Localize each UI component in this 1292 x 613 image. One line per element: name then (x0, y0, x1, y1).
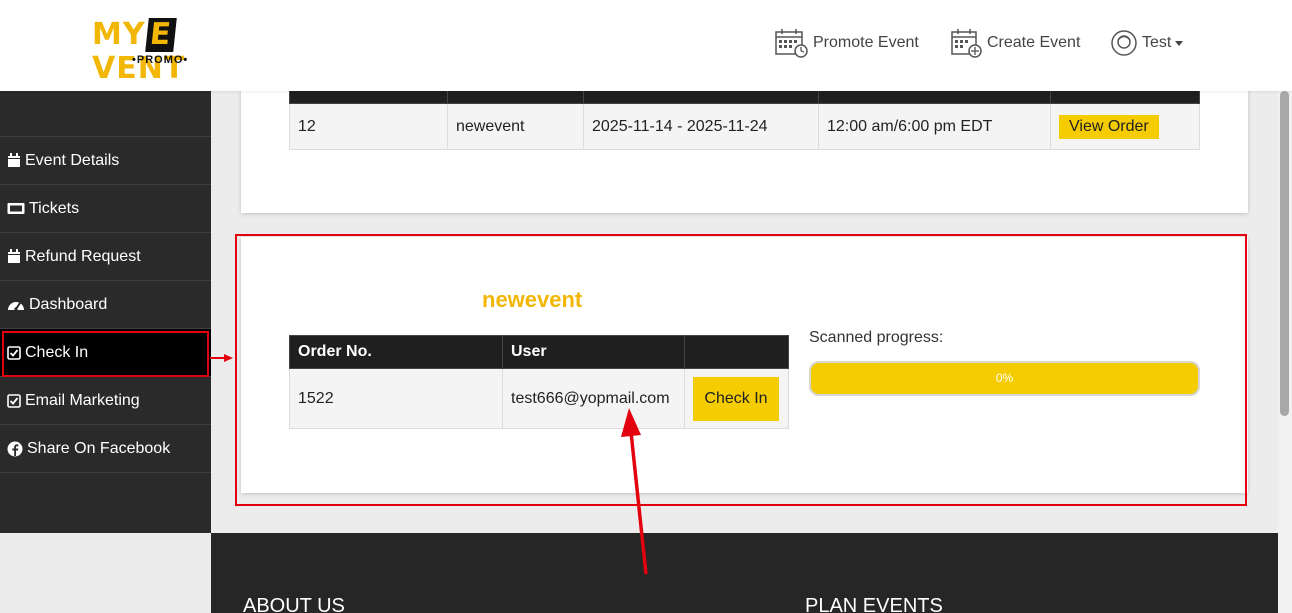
table-header-cell (289, 91, 448, 104)
site-footer: ABOUT US PLAN EVENTS (211, 533, 1278, 613)
table-header-cell (818, 91, 1051, 104)
table-header-row (289, 91, 1200, 104)
calendar-clock-icon (775, 29, 808, 58)
sidebar-item-share-on-facebook[interactable]: Share On Facebook (0, 424, 211, 472)
sidebar-item-label: Check In (25, 343, 89, 361)
sidebar-item-tickets[interactable]: Tickets (0, 184, 211, 232)
sidebar-divider (0, 472, 211, 473)
calendar-plus-icon (951, 29, 982, 58)
gauge-icon (8, 302, 24, 311)
sidebar-item-label: Dashboard (29, 295, 108, 313)
facebook-icon (7, 441, 23, 456)
user-header: User (502, 335, 685, 369)
events-table: 12 newevent 2025-11-14 - 2025-11-24 12:0… (289, 91, 1200, 150)
scanned-progress-text: 0% (995, 371, 1014, 385)
nav-create-event[interactable]: Create Event (951, 28, 1080, 58)
checkin-action-cell: Check In (684, 368, 789, 429)
scrollbar-thumb[interactable] (1280, 91, 1289, 416)
scanned-progress-bar: 0% (809, 361, 1200, 396)
chevron-down-icon (1175, 40, 1184, 46)
sidebar-item-check-in[interactable]: Check In (0, 328, 211, 376)
view-order-button[interactable]: View Order (1059, 114, 1159, 139)
table-header-row: Order No. User (289, 335, 789, 369)
checkbox-icon (7, 345, 21, 360)
ticket-icon (7, 203, 25, 214)
sidebar-item-label: Tickets (29, 199, 80, 217)
sidebar-item-label: Refund Request (25, 247, 141, 265)
event-name-cell: newevent (447, 103, 584, 150)
checkbox-icon (7, 393, 21, 408)
events-card: 12 newevent 2025-11-14 - 2025-11-24 12:0… (241, 91, 1248, 213)
sidebar-item-refund-request[interactable]: Refund Request (0, 232, 211, 280)
site-header: MYEVENT •PROMO• Promote Event Create Eve… (0, 0, 1292, 91)
event-action-cell: View Order (1050, 103, 1200, 150)
user-email-cell: test666@yopmail.com (502, 368, 685, 429)
table-header-cell (583, 91, 819, 104)
sidebar-item-dashboard[interactable]: Dashboard (0, 280, 211, 328)
event-date-cell: 2025-11-14 - 2025-11-24 (583, 103, 819, 150)
checkin-table: Order No. User 1522 test666@yopmail.com … (289, 335, 789, 429)
checkin-card: newevent Order No. User 1522 test666@yop… (241, 237, 1248, 493)
table-header-cell (447, 91, 584, 104)
event-time-cell: 12:00 am/6:00 pm EDT (818, 103, 1051, 150)
logo-wordmark: MYEVENT (92, 17, 224, 86)
table-row: 1522 test666@yopmail.com Check In (289, 368, 789, 429)
nav-user-label: Test (1142, 34, 1172, 51)
myeventpromo-logo[interactable]: MYEVENT •PROMO• (92, 17, 224, 86)
order-no-header: Order No. (289, 335, 503, 369)
footer-plan-heading: PLAN EVENTS (805, 595, 943, 613)
order-no-cell: 1522 (289, 368, 503, 429)
nav-label: Create Event (987, 34, 1081, 51)
footer-about-heading: ABOUT US (243, 595, 345, 613)
sidebar-item-email-marketing[interactable]: Email Marketing (0, 376, 211, 424)
logo-text-my: MY (92, 17, 146, 52)
event-number-cell: 12 (289, 103, 448, 150)
sidebar-item-event-details[interactable]: Event Details (0, 136, 211, 184)
check-in-button[interactable]: Check In (693, 376, 779, 421)
sidebar: Event Details Tickets Refund Request Das… (0, 91, 211, 533)
nav-user-menu[interactable]: Test (1110, 28, 1184, 58)
nav-label: Promote Event (813, 34, 919, 51)
calendar-icon (8, 153, 20, 167)
table-row: 12 newevent 2025-11-14 - 2025-11-24 12:0… (289, 103, 1200, 150)
calendar-icon (8, 249, 20, 263)
logo-subtext: •PROMO• (132, 54, 189, 66)
sidebar-item-label: Email Marketing (25, 391, 140, 409)
logo-text-e: E (144, 17, 176, 52)
sidebar-item-label: Event Details (25, 151, 120, 169)
action-header (684, 335, 789, 369)
table-header-cell (1050, 91, 1200, 104)
checkin-event-title: newevent (482, 287, 583, 312)
main-content: 12 newevent 2025-11-14 - 2025-11-24 12:0… (211, 91, 1278, 533)
nav-promote-event[interactable]: Promote Event (775, 28, 919, 58)
sidebar-item-label: Share On Facebook (27, 439, 171, 457)
scanned-progress-label: Scanned progress: (809, 329, 944, 346)
user-avatar-icon (1111, 30, 1137, 56)
page-scrollbar[interactable] (1278, 0, 1292, 613)
